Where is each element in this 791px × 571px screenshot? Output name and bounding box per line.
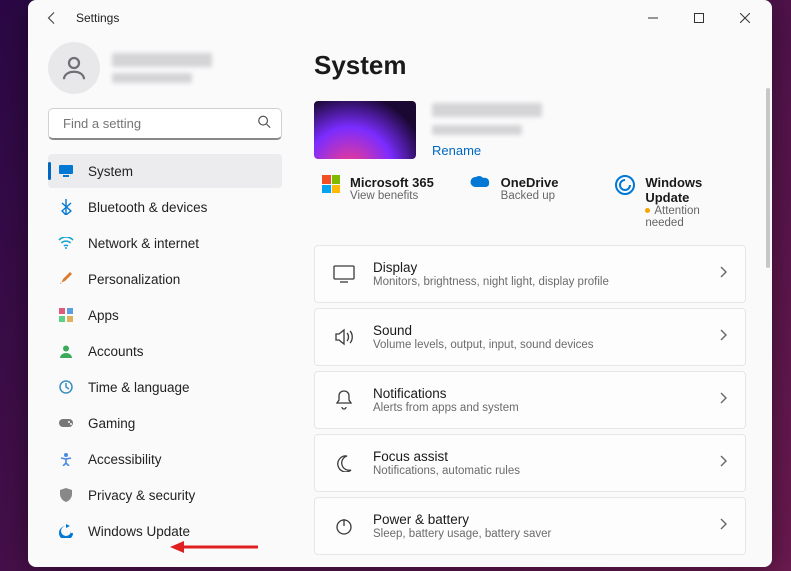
nav-privacy[interactable]: Privacy & security [48,478,282,512]
quick-sub: Attention needed [645,205,738,229]
card-title: Sound [373,323,701,338]
nav-label: Bluetooth & devices [88,200,207,215]
minimize-button[interactable] [630,0,676,36]
card-title: Notifications [373,386,701,401]
nav-label: Apps [88,308,119,323]
card-title: Power & battery [373,512,701,527]
onedrive-icon [469,175,491,194]
gaming-icon [58,415,74,431]
quick-links-row: Microsoft 365 View benefits OneDrive Bac… [314,175,746,229]
chevron-right-icon [719,265,727,283]
device-block: Rename [314,101,746,159]
back-button[interactable] [32,0,72,36]
nav-list: System Bluetooth & devices Network & int… [48,154,282,548]
close-button[interactable] [722,0,768,36]
card-sub: Notifications, automatic rules [373,465,701,477]
sidebar: System Bluetooth & devices Network & int… [28,36,298,567]
brush-icon [58,271,74,287]
card-notifications[interactable]: Notifications Alerts from apps and syste… [314,371,746,429]
scrollbar[interactable] [766,88,770,557]
device-name-redacted [432,103,542,117]
search-icon [257,114,271,133]
nav-label: Gaming [88,416,135,431]
profile-name-redacted [112,53,212,67]
maximize-button[interactable] [676,0,722,36]
nav-label: Privacy & security [88,488,195,503]
page-title: System [314,50,746,81]
card-title: Focus assist [373,449,701,464]
apps-icon [58,307,74,323]
quick-sub: View benefits [350,190,434,202]
nav-label: Personalization [88,272,180,287]
chevron-right-icon [719,454,727,472]
sound-icon [333,326,355,348]
scrollthumb[interactable] [766,88,770,268]
card-sub: Alerts from apps and system [373,402,701,414]
main-panel: System Rename Microsoft 365 View benefit… [298,36,772,567]
nav-network[interactable]: Network & internet [48,226,282,260]
accounts-icon [58,343,74,359]
nav-time-language[interactable]: Time & language [48,370,282,404]
search-input[interactable] [61,115,247,132]
quick-onedrive[interactable]: OneDrive Backed up [469,175,592,229]
nav-label: Accounts [88,344,144,359]
nav-label: Windows Update [88,524,190,539]
card-sub: Volume levels, output, input, sound devi… [373,339,701,351]
microsoft-365-icon [322,175,340,193]
card-power-battery[interactable]: Power & battery Sleep, battery usage, ba… [314,497,746,555]
card-title: Display [373,260,701,275]
moon-icon [333,452,355,474]
rename-link[interactable]: Rename [432,143,542,158]
quick-microsoft365[interactable]: Microsoft 365 View benefits [322,175,445,229]
nav-system[interactable]: System [48,154,282,188]
nav-label: Network & internet [88,236,199,251]
nav-accessibility[interactable]: Accessibility [48,442,282,476]
quick-title: Microsoft 365 [350,175,434,190]
quick-sub: Backed up [501,190,559,202]
bluetooth-icon [58,199,74,215]
settings-window: Settings [28,0,772,567]
nav-bluetooth[interactable]: Bluetooth & devices [48,190,282,224]
nav-label: Time & language [88,380,190,395]
device-wallpaper-thumbnail[interactable] [314,101,416,159]
quick-windows-update[interactable]: Windows Update Attention needed [615,175,738,229]
settings-list: Display Monitors, brightness, night ligh… [314,245,746,565]
nav-personalization[interactable]: Personalization [48,262,282,296]
wifi-icon [58,235,74,251]
titlebar: Settings [28,0,772,36]
update-icon [58,523,74,539]
card-sub: Monitors, brightness, night light, displ… [373,276,701,288]
windows-update-icon [615,175,635,200]
chevron-right-icon [719,391,727,409]
search-box[interactable] [48,108,282,140]
quick-title: Windows Update [645,175,738,205]
nav-accounts[interactable]: Accounts [48,334,282,368]
titlebar-title: Settings [76,11,119,25]
shield-icon [58,487,74,503]
nav-label: Accessibility [88,452,162,467]
card-sub: Sleep, battery usage, battery saver [373,528,701,540]
chevron-right-icon [719,517,727,535]
card-sound[interactable]: Sound Volume levels, output, input, soun… [314,308,746,366]
profile-block[interactable] [48,42,282,94]
nav-windows-update[interactable]: Windows Update [48,514,282,548]
quick-title: OneDrive [501,175,559,190]
card-focus-assist[interactable]: Focus assist Notifications, automatic ru… [314,434,746,492]
bell-icon [333,389,355,411]
nav-label: System [88,164,133,179]
profile-email-redacted [112,73,192,83]
nav-apps[interactable]: Apps [48,298,282,332]
device-model-redacted [432,125,522,135]
nav-gaming[interactable]: Gaming [48,406,282,440]
system-icon [58,163,74,179]
power-icon [333,515,355,537]
accessibility-icon [58,451,74,467]
avatar [48,42,100,94]
display-icon [333,263,355,285]
clock-globe-icon [58,379,74,395]
card-display[interactable]: Display Monitors, brightness, night ligh… [314,245,746,303]
chevron-right-icon [719,328,727,346]
